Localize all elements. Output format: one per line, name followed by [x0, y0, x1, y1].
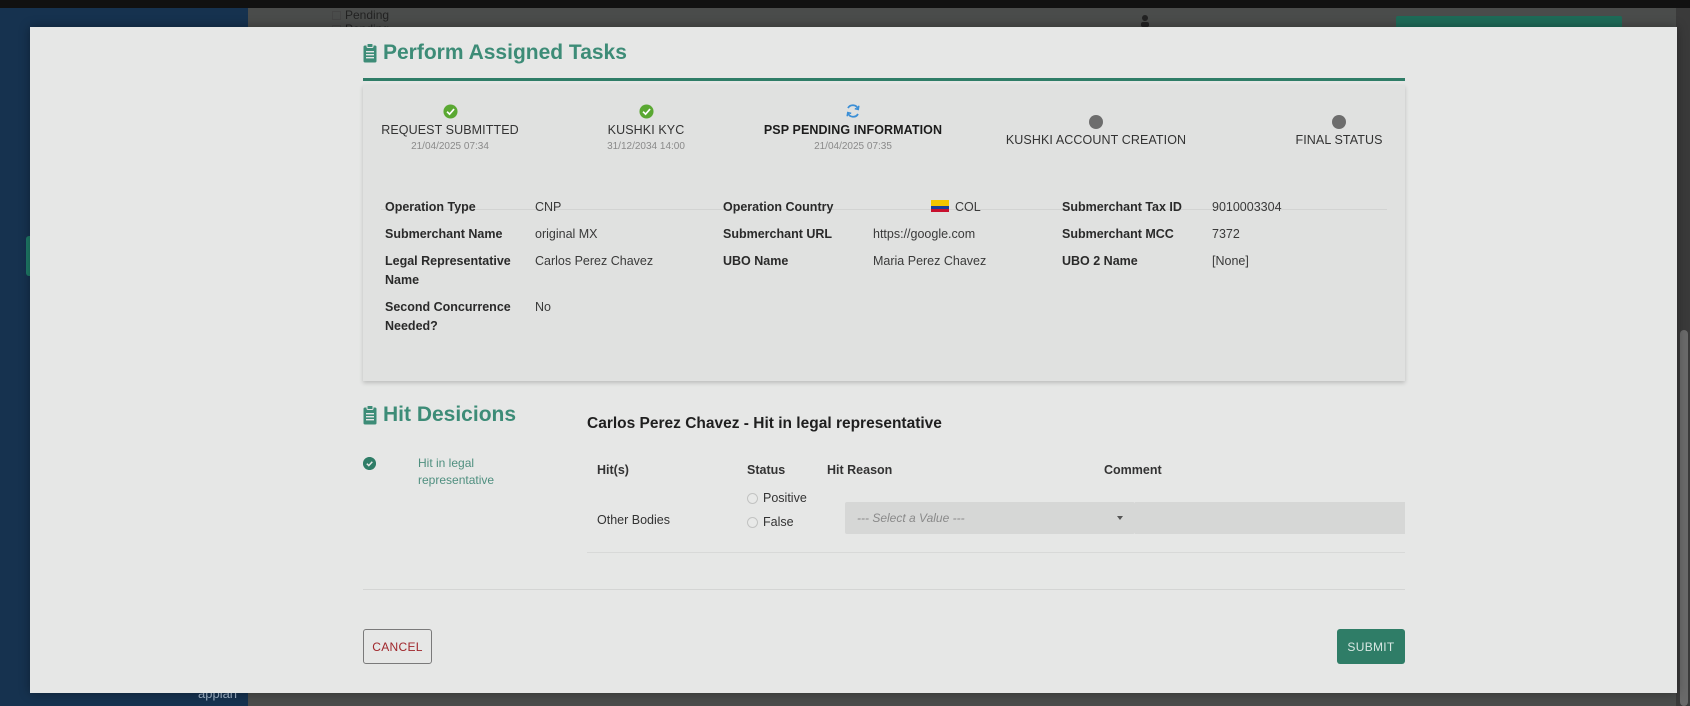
- step-label: PSP PENDING INFORMATION: [763, 123, 943, 137]
- progress-steps: REQUEST SUBMITTED 21/04/2025 07:34 KUSHK…: [363, 85, 1405, 185]
- cancel-button[interactable]: CANCEL: [363, 629, 432, 664]
- field-label: Operation Country: [723, 200, 834, 214]
- refresh-icon: [846, 104, 860, 118]
- hit-side-item-label[interactable]: Hit in legal representative: [418, 455, 528, 489]
- hit-subtitle: Carlos Perez Chavez - Hit in legal repre…: [587, 415, 942, 432]
- check-circle-icon: [638, 103, 654, 119]
- hit-decisions-title: Hit Desicions: [363, 403, 516, 427]
- radio-circle-icon[interactable]: [747, 516, 758, 528]
- perform-tasks-modal: Perform Assigned Tasks REQUEST SUBMITTED…: [30, 27, 1677, 693]
- step-date: 31/12/2034 14:00: [607, 141, 685, 152]
- field-label: UBO Name: [723, 254, 789, 268]
- field-label: Second Concurrence Needed?: [385, 300, 511, 333]
- clipboard-icon: [363, 43, 377, 63]
- field-value: Carlos Perez Chavez: [535, 254, 654, 268]
- step-kushki-kyc: KUSHKI KYC 31/12/2034 14:00: [536, 101, 756, 152]
- colombia-flag-icon: [931, 200, 949, 212]
- step-kushki-account-creation: KUSHKI ACCOUNT CREATION: [986, 101, 1206, 147]
- field-label: Submerchant MCC: [1062, 227, 1174, 241]
- step-request-submitted: REQUEST SUBMITTED 21/04/2025 07:34: [340, 101, 560, 152]
- field-value: CNP: [535, 200, 562, 214]
- chevron-down-icon: [1117, 516, 1123, 520]
- checkbox-icon: [332, 10, 341, 20]
- field-value: Maria Perez Chavez: [873, 254, 987, 268]
- pending-dot-icon: [1089, 115, 1103, 129]
- step-label: FINAL STATUS: [1295, 133, 1383, 147]
- title-divider: [363, 78, 1405, 81]
- comment-input[interactable]: [1135, 502, 1405, 534]
- step-psp-pending-information: PSP PENDING INFORMATION 21/04/2025 07:35: [743, 101, 963, 152]
- hit-table: Hit(s) Status Hit Reason Comment Other B…: [587, 455, 1405, 605]
- status-radio-positive[interactable]: Positive: [747, 491, 807, 505]
- page-title: Perform Assigned Tasks: [363, 41, 627, 65]
- clipboard-icon: [363, 405, 377, 425]
- pending-item: Pending: [332, 8, 389, 22]
- step-final-status: FINAL STATUS: [1229, 101, 1449, 147]
- hit-name: Other Bodies: [597, 513, 670, 527]
- hit-reason-select[interactable]: --- Select a Value ---: [845, 502, 1135, 534]
- step-label: REQUEST SUBMITTED: [381, 123, 519, 137]
- field-label: Legal Representative Name: [385, 254, 511, 287]
- field-value: COL: [955, 200, 981, 214]
- field-label: UBO 2 Name: [1062, 254, 1138, 268]
- select-placeholder: --- Select a Value ---: [857, 511, 965, 525]
- submit-button[interactable]: SUBMIT: [1337, 629, 1405, 664]
- request-info-card: REQUEST SUBMITTED 21/04/2025 07:34 KUSHK…: [363, 85, 1405, 381]
- check-circle-icon: [442, 103, 458, 119]
- step-label: KUSHKI KYC: [607, 123, 685, 137]
- step-date: 21/04/2025 07:34: [411, 141, 489, 152]
- user-icon: [1141, 15, 1149, 27]
- field-label: Submerchant Tax ID: [1062, 200, 1182, 214]
- field-value: 7372: [1212, 227, 1240, 241]
- step-label: KUSHKI ACCOUNT CREATION: [1005, 133, 1187, 147]
- column-header-status: Status: [747, 463, 786, 477]
- column-header-comment: Comment: [1104, 463, 1162, 477]
- section-divider: [363, 589, 1405, 590]
- step-date: 21/04/2025 07:35: [814, 141, 892, 152]
- scrollbar-thumb[interactable]: [1680, 330, 1688, 706]
- field-label: Submerchant URL: [723, 227, 833, 241]
- field-label: Operation Type: [385, 200, 476, 214]
- field-value: 9010003304: [1212, 200, 1282, 214]
- field-value: No: [535, 300, 551, 314]
- background-topbar: [0, 0, 1690, 8]
- field-label: Submerchant Name: [385, 227, 503, 241]
- selected-circle-icon: [363, 457, 376, 470]
- radio-circle-icon[interactable]: [747, 492, 758, 504]
- modal-content: Perform Assigned Tasks REQUEST SUBMITTED…: [363, 27, 1405, 693]
- table-row: Other Bodies Positive False --- Select a…: [587, 491, 1405, 553]
- radio-label[interactable]: Positive: [763, 491, 807, 505]
- status-radio-false[interactable]: False: [747, 515, 794, 529]
- hit-decisions-title-text: Hit Desicions: [383, 403, 517, 426]
- column-header-hits: Hit(s): [597, 463, 629, 477]
- field-value: https://google.com: [873, 227, 976, 241]
- field-value: [None]: [1212, 254, 1249, 268]
- column-header-hit-reason: Hit Reason: [827, 463, 893, 477]
- pending-dot-icon: [1332, 115, 1346, 129]
- field-value: original MX: [535, 227, 598, 241]
- radio-label[interactable]: False: [763, 515, 794, 529]
- page-title-text: Perform Assigned Tasks: [383, 41, 627, 64]
